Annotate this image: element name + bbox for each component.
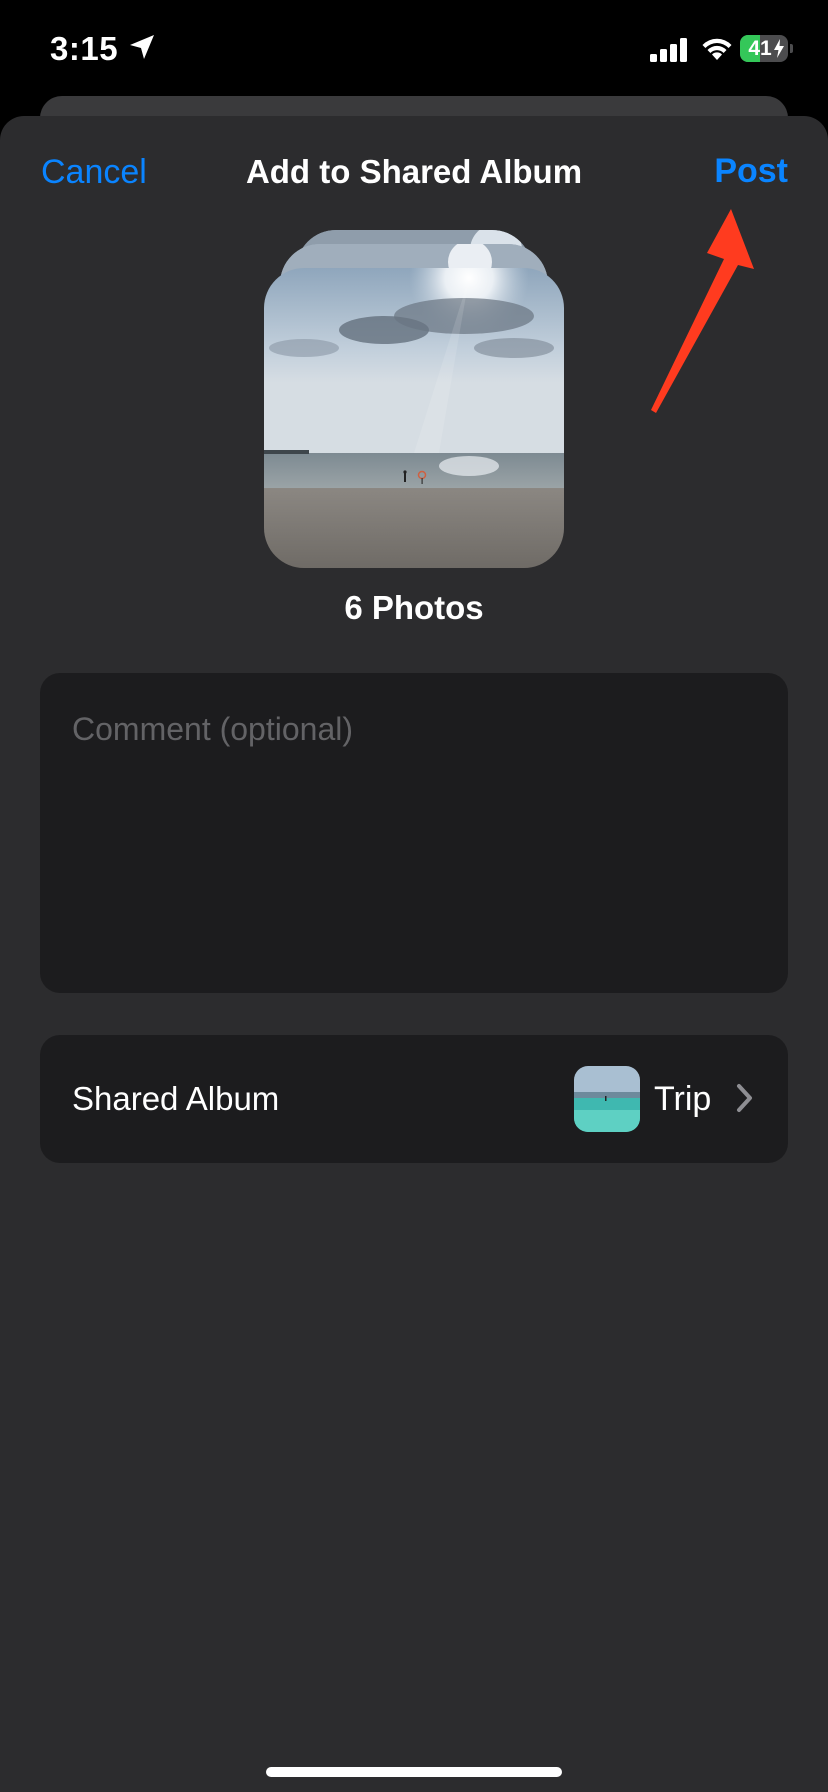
comment-field[interactable] [40,673,788,993]
album-thumbnail [574,1066,640,1132]
screen: 3:15 41 Cancel Add to Shared Album Post [0,0,828,1792]
annotation-arrow-icon [651,209,754,413]
chevron-right-icon [737,1084,752,1112]
wifi-icon [702,38,732,60]
shared-album-label: Shared Album [72,1080,280,1117]
shared-album-row[interactable]: Shared Album Trip [40,1035,788,1163]
status-bar: 3:15 41 [0,0,828,100]
album-name: Trip [654,1080,712,1118]
location-arrow-icon [130,35,154,59]
photo-stack-preview [264,268,564,568]
cellular-signal-icon [650,38,687,62]
status-time: 3:15 [50,30,119,67]
sheet-title: Add to Shared Album [245,153,583,190]
home-indicator [266,1767,562,1777]
photo-count-label: 6 Photos [344,589,484,626]
post-button[interactable]: Post [714,152,788,191]
battery-charging-icon: 41 [740,35,794,62]
